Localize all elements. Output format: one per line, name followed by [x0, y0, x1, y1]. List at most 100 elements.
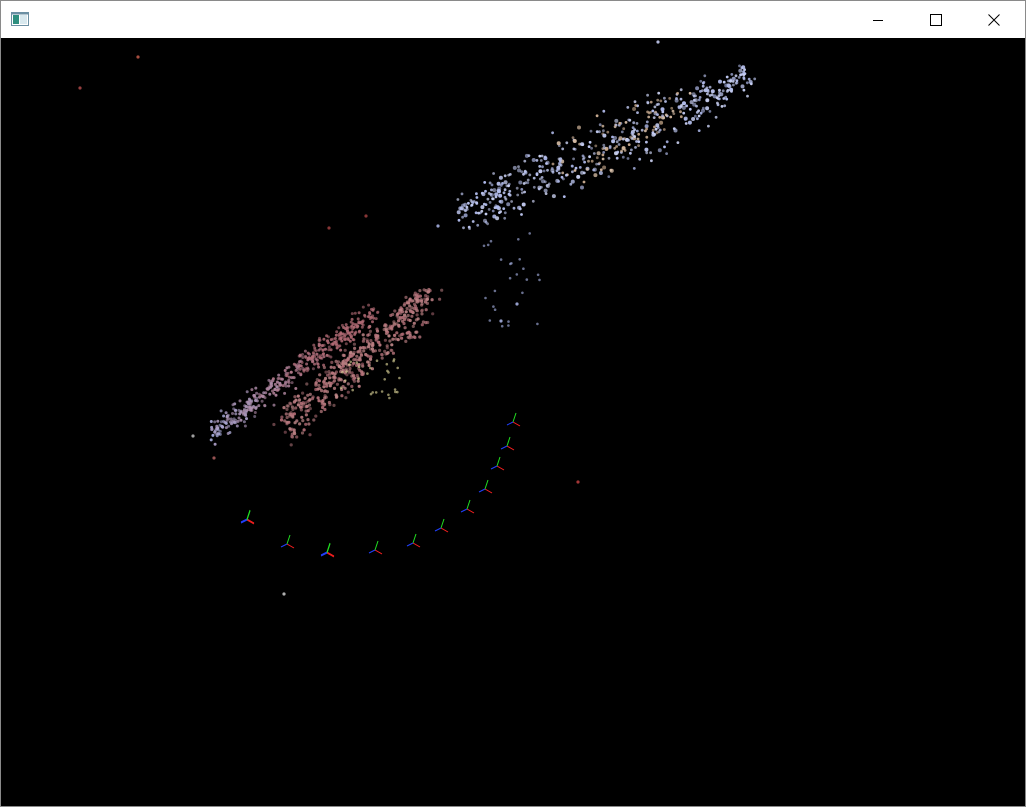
cloud-point — [627, 143, 631, 146]
cloud-point — [557, 171, 561, 175]
cloud-point — [269, 382, 273, 386]
cloud-point — [415, 300, 419, 304]
cloud-point — [541, 179, 545, 184]
cloud-point — [402, 321, 406, 326]
cloud-point — [332, 340, 336, 344]
cloud-point — [307, 422, 311, 426]
cloud-point — [676, 91, 679, 95]
cloud-point — [609, 168, 614, 173]
cloud-point — [361, 333, 365, 337]
cloud-point — [504, 197, 508, 201]
cloud-point — [350, 312, 354, 316]
title-bar[interactable] — [1, 1, 1025, 38]
cloud-point — [383, 378, 387, 381]
cloud-point — [576, 174, 581, 179]
cloud-point — [456, 210, 461, 215]
cloud-point — [288, 427, 292, 431]
cloud-point — [699, 90, 702, 93]
cloud-point — [701, 84, 705, 88]
3d-render-viewport[interactable] — [1, 38, 1025, 806]
cloud-point — [311, 351, 315, 355]
minimize-button[interactable] — [849, 1, 907, 38]
cloud-point — [679, 110, 682, 114]
cloud-point — [746, 94, 749, 98]
maximize-button[interactable] — [907, 1, 965, 38]
axis-line — [440, 518, 445, 529]
cloud-point — [475, 196, 479, 199]
cloud-point — [717, 94, 721, 97]
cloud-point — [341, 370, 344, 374]
cloud-point — [322, 337, 326, 341]
cloud-point — [558, 162, 562, 165]
cloud-point — [304, 413, 308, 417]
cloud-point — [338, 344, 342, 348]
cloud-point — [300, 415, 304, 419]
cloud-point — [404, 310, 408, 314]
cloud-point — [652, 116, 656, 119]
cloud-point — [515, 186, 519, 190]
cloud-point — [308, 407, 312, 411]
cloud-point — [545, 162, 548, 165]
cloud-point — [220, 425, 224, 429]
cloud-point — [358, 358, 362, 362]
cloud-point — [518, 258, 521, 261]
cloud-point — [691, 92, 696, 97]
cloud-point — [632, 167, 636, 170]
cloud-point — [475, 192, 478, 196]
cloud-point — [594, 144, 598, 148]
cloud-point — [306, 366, 310, 370]
cloud-point — [337, 334, 341, 338]
cloud-point — [487, 208, 491, 211]
cloud-point — [424, 294, 428, 298]
cloud-point — [716, 101, 719, 105]
cloud-point — [324, 395, 328, 399]
cloud-point — [355, 361, 359, 365]
cloud-point — [282, 592, 286, 596]
cloud-point — [318, 386, 322, 391]
cloud-point — [392, 358, 396, 361]
cloud-point — [404, 339, 408, 343]
cloud-point — [507, 320, 510, 323]
cloud-point — [708, 85, 712, 89]
cloud-point — [366, 354, 370, 358]
cloud-point — [508, 189, 512, 193]
cloud-point — [577, 125, 581, 130]
cloud-point — [341, 360, 345, 364]
cloud-point — [565, 141, 569, 145]
cloud-point — [633, 100, 637, 104]
cloud-point — [408, 304, 412, 308]
cloud-point — [274, 393, 278, 397]
cloud-point — [366, 372, 369, 375]
cloud-point — [581, 154, 585, 158]
cloud-point — [406, 335, 410, 339]
cloud-point — [374, 333, 378, 337]
cloud-point — [602, 143, 606, 147]
cloud-point — [602, 129, 605, 133]
cloud-point — [272, 403, 276, 407]
cloud-point — [363, 313, 367, 317]
cloud-point — [414, 318, 418, 322]
cloud-point — [308, 398, 312, 402]
cloud-point — [424, 308, 428, 312]
cloud-point — [656, 113, 659, 116]
cloud-point — [255, 399, 259, 403]
cloud-point — [254, 386, 258, 390]
cloud-point — [349, 360, 353, 364]
cloud-point — [281, 384, 285, 388]
cloud-point — [699, 111, 703, 115]
cloud-point — [362, 337, 366, 341]
cloud-point — [659, 120, 664, 125]
cloud-point — [294, 406, 298, 410]
cloud-point — [346, 328, 349, 332]
cloud-point — [520, 188, 524, 191]
cloud-point — [618, 136, 623, 141]
cloud-point — [263, 403, 267, 407]
close-button[interactable] — [965, 1, 1023, 38]
cloud-point — [345, 326, 349, 329]
cloud-point — [345, 370, 348, 373]
cloud-point — [574, 166, 578, 170]
cloud-point — [263, 396, 267, 400]
cloud-point — [467, 225, 471, 229]
cloud-point — [440, 288, 444, 292]
app-window-icon — [11, 12, 29, 26]
